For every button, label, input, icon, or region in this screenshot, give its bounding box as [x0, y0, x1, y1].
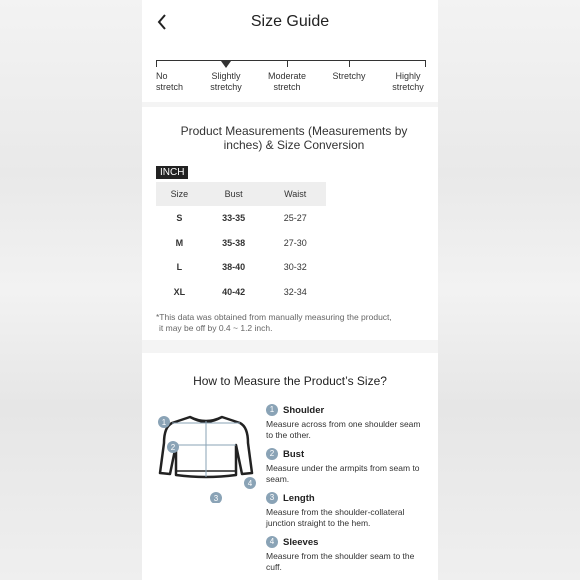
stretch-level-moderate: Moderate stretch — [267, 71, 307, 92]
waist-cell: 32-34 — [283, 286, 307, 297]
page-title: Size Guide — [250, 13, 330, 30]
stretch-level-stretchy: Stretchy — [332, 71, 366, 81]
how-to-measure-title: How to Measure the Product’s Size? — [193, 374, 387, 388]
stretch-tick — [349, 60, 350, 67]
step-description: Measure from the shoulder-collateral jun… — [266, 507, 405, 528]
table-row: L 38-40 30-32 — [156, 255, 326, 280]
measurements-section: Product Measurements (Measurements by in… — [142, 107, 438, 340]
column-header-size: Size — [156, 182, 203, 206]
step-description: Measure across from one shoulder seam to… — [266, 419, 421, 440]
stretch-level-highly: Highly stretchy — [392, 71, 424, 92]
background-right — [438, 0, 580, 580]
bust-cell: 40-42 — [222, 286, 246, 297]
measurements-title: Product Measurements (Measurements by in… — [180, 124, 408, 152]
waist-cell: 30-32 — [283, 262, 307, 273]
step-title: Bust — [283, 448, 305, 460]
stretch-scale-line — [156, 60, 426, 61]
marker-2: 2 — [171, 443, 176, 452]
marker-1: 1 — [162, 418, 167, 427]
stretch-scale: No stretch Slightly stretchy Moderate stret… — [142, 46, 438, 102]
step-shoulder: 1 Shoulder Measure across from one shoul… — [266, 403, 428, 441]
step-description: Measure from the shoulder seam to the cu… — [266, 551, 415, 572]
table-row: XL 40-42 32-34 — [156, 280, 326, 305]
stretch-tick — [156, 60, 157, 67]
waist-cell: 25-27 — [283, 213, 307, 224]
bust-cell: 38-40 — [222, 262, 246, 273]
stretch-pointer-icon — [221, 61, 231, 68]
measure-steps: 1 Shoulder Measure across from one shoul… — [266, 403, 428, 579]
sweater-diagram-icon: 1 2 3 4 — [158, 415, 256, 503]
step-title: Sleeves — [283, 536, 319, 548]
table-row: M 35-38 27-30 — [156, 231, 326, 256]
measurement-note: *This data was obtained from manually me… — [156, 312, 392, 333]
size-guide-screen: Size Guide No stretch Slightly stretchy Mo… — [142, 0, 438, 580]
step-number: 1 — [266, 404, 278, 416]
step-number: 3 — [266, 492, 278, 504]
step-description: Measure under the armpits from seam to s… — [266, 463, 420, 484]
size-table: Size Bust Waist S 33-35 25-27 M 35-38 27… — [156, 182, 326, 304]
marker-4: 4 — [248, 479, 253, 488]
step-bust: 2 Bust Measure under the armpits from se… — [266, 447, 428, 485]
table-row: S 33-35 25-27 — [156, 206, 326, 231]
stretch-tick — [287, 60, 288, 67]
bust-cell: 33-35 — [222, 213, 246, 224]
stretch-level-no: No stretch — [156, 71, 184, 92]
step-title: Shoulder — [283, 404, 325, 416]
size-cell: S — [176, 213, 183, 224]
column-header-bust: Bust — [202, 182, 265, 206]
size-cell: L — [176, 262, 183, 273]
step-sleeves: 4 Sleeves Measure from the shoulder seam… — [266, 535, 428, 573]
how-to-measure-section: How to Measure the Product’s Size? 1 2 3… — [142, 353, 438, 580]
stretch-level-slightly: Slightly stretchy — [210, 71, 242, 92]
column-header-waist: Waist — [264, 182, 326, 206]
size-cell: M — [175, 237, 184, 248]
marker-3: 3 — [214, 494, 219, 503]
unit-badge[interactable]: INCH — [156, 166, 189, 179]
header: Size Guide — [142, 0, 438, 46]
size-cell: XL — [173, 286, 186, 297]
step-number: 4 — [266, 536, 278, 548]
table-header-row: Size Bust Waist — [156, 182, 326, 206]
step-length: 3 Length Measure from the shoulder-colla… — [266, 491, 428, 529]
step-number: 2 — [266, 448, 278, 460]
bust-cell: 35-38 — [222, 237, 246, 248]
stretch-tick — [425, 60, 426, 67]
waist-cell: 27-30 — [283, 237, 307, 248]
step-title: Length — [283, 492, 315, 504]
background-left — [0, 0, 142, 580]
